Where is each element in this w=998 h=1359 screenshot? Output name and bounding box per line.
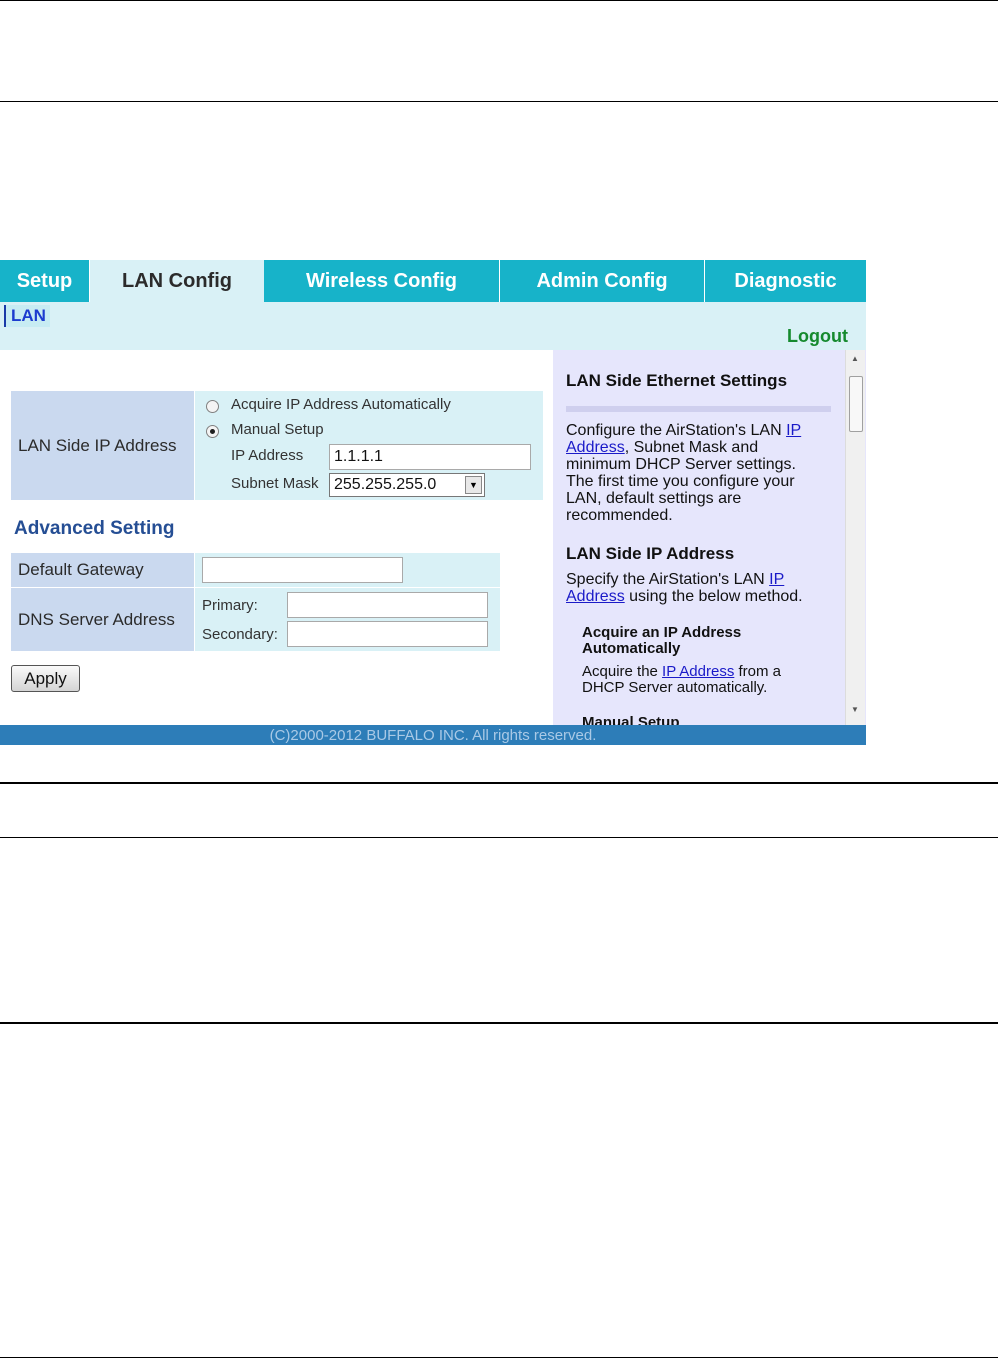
main-tab-bar: Setup LAN Config Wireless Config Admin C… [0,260,866,304]
chevron-down-icon[interactable]: ▼ [465,476,482,494]
default-gateway-label-text: Default Gateway [18,560,144,579]
help-scroll-thumb[interactable] [849,376,863,432]
lan-side-ip-options: Acquire IP Address Automatically Manual … [195,391,543,500]
help-paragraph-ethernet: Configure the AirStation's LAN IP Addres… [566,422,826,524]
tab-lan-config[interactable]: LAN Config [90,260,264,304]
help-divider [566,406,831,412]
lan-side-ip-label-text: LAN Side IP Address [18,435,177,455]
help-p2-text-b: using the below method. [624,588,803,605]
help-p2-text-a: Specify the AirStation's LAN [566,571,770,588]
tab-wireless-config[interactable]: Wireless Config [264,260,500,302]
dns-primary-label: Primary: [202,597,258,614]
acquire-auto-label: Acquire IP Address Automatically [231,396,451,413]
help-paragraph-lan-ip: Specify the AirStation's LAN IP Address … [566,571,826,605]
advanced-setting-heading: Advanced Setting [14,518,175,539]
dns-server-cell: Primary: Secondary: [195,588,500,651]
subnet-mask-label: Subnet Mask [231,475,319,492]
dns-primary-input[interactable] [287,592,488,618]
sub-nav-bar: LAN Logout [0,302,866,350]
header-rule [0,101,998,102]
help-title-lan-ip: LAN Side IP Address [566,544,735,563]
help-p3-text-a: Acquire the [582,663,663,680]
help-paragraph-acquire-auto: Acquire the IP Address from a DHCP Serve… [582,664,822,696]
subnet-mask-value: 255.255.255.0 [334,476,437,493]
bottom-rule [0,1357,998,1358]
top-rule [0,0,998,1]
help-subtitle-acquire-auto: Acquire an IP Address Automatically [582,624,742,657]
tab-setup[interactable]: Setup [0,260,90,302]
subnav-lan[interactable]: LAN [4,305,50,327]
subnet-mask-select[interactable]: 255.255.255.0 ▼ [329,473,485,497]
section-rule-3 [0,1022,998,1024]
section-rule-2 [0,837,998,838]
apply-button[interactable]: Apply [11,665,80,692]
help-scrollbar[interactable]: ▲ ▼ [845,350,865,725]
radio-manual-setup[interactable] [206,425,219,438]
default-gateway-input[interactable] [202,557,403,583]
help-ip-address-link-3[interactable]: IP Address [662,663,734,680]
scroll-up-icon[interactable]: ▲ [851,354,859,363]
lan-settings-form: LAN Side IP Address Acquire IP Address A… [0,350,553,725]
default-gateway-cell [195,553,500,587]
help-title-ethernet: LAN Side Ethernet Settings [566,371,788,390]
dns-secondary-label: Secondary: [202,626,278,643]
copyright-footer: (C)2000-2012 BUFFALO INC. All rights res… [0,725,866,745]
tab-admin-config[interactable]: Admin Config [500,260,705,302]
help-subtitle-manual-setup: Manual Setup [582,714,680,726]
lan-side-ip-label: LAN Side IP Address [11,391,194,500]
section-rule-1 [0,782,998,784]
default-gateway-label: Default Gateway [11,553,194,587]
logout-link[interactable]: Logout [787,326,848,347]
scroll-down-icon[interactable]: ▼ [851,705,859,714]
help-panel: LAN Side Ethernet Settings Configure the… [553,350,866,725]
dns-server-label-text: DNS Server Address [18,609,175,629]
manual-setup-label: Manual Setup [231,421,324,438]
dns-secondary-input[interactable] [287,621,488,647]
dns-server-label: DNS Server Address [11,588,194,651]
router-config-screenshot: Setup LAN Config Wireless Config Admin C… [0,260,866,745]
ip-address-input[interactable]: 1.1.1.1 [329,444,531,470]
help-p1-text-a: Configure the AirStation's LAN [566,422,787,439]
ip-address-label: IP Address [231,447,304,464]
radio-acquire-auto[interactable] [206,400,219,413]
tab-diagnostic[interactable]: Diagnostic [705,260,866,302]
